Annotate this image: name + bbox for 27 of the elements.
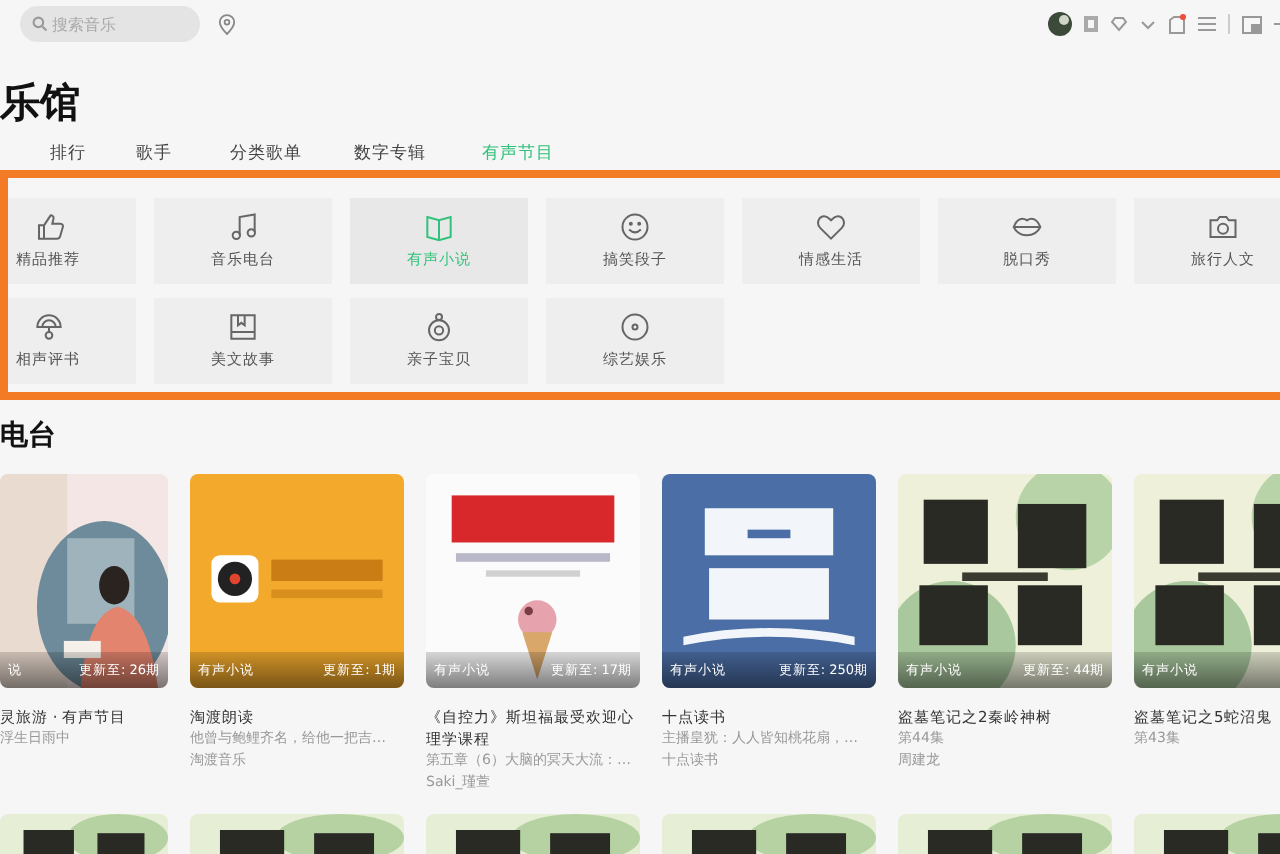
diamond-icon[interactable] [1110, 16, 1128, 32]
eye-icon [620, 312, 650, 342]
camera-icon [1208, 212, 1238, 242]
baby-icon [424, 312, 454, 342]
mini-player-icon[interactable] [1242, 15, 1262, 33]
search-field[interactable]: 搜索音乐 [20, 6, 200, 42]
search-icon [32, 16, 48, 32]
pin-icon[interactable] [218, 13, 236, 35]
smiley-icon [620, 212, 650, 242]
page-title: 乐馆 [0, 78, 80, 126]
badge-icon[interactable] [1084, 16, 1098, 32]
avatar-icon[interactable] [1048, 12, 1072, 36]
fan-icon [33, 312, 63, 342]
tab[interactable]: 歌手 [136, 142, 172, 170]
chevron-icon[interactable] [1140, 19, 1156, 29]
tab[interactable]: 排行 [50, 142, 86, 170]
lips-icon [1012, 212, 1042, 242]
shirt-icon[interactable] [1168, 14, 1186, 34]
book-icon [228, 312, 258, 342]
music-note-icon [228, 212, 258, 242]
section-title: 电台 [0, 418, 56, 454]
heart-icon [816, 212, 846, 242]
menu-icon[interactable] [1198, 16, 1216, 32]
tab[interactable]: 分类歌单 [230, 142, 302, 170]
tab[interactable]: 数字专辑 [354, 142, 426, 170]
open-book-icon [424, 212, 454, 242]
thumbs-up-icon [33, 212, 63, 242]
